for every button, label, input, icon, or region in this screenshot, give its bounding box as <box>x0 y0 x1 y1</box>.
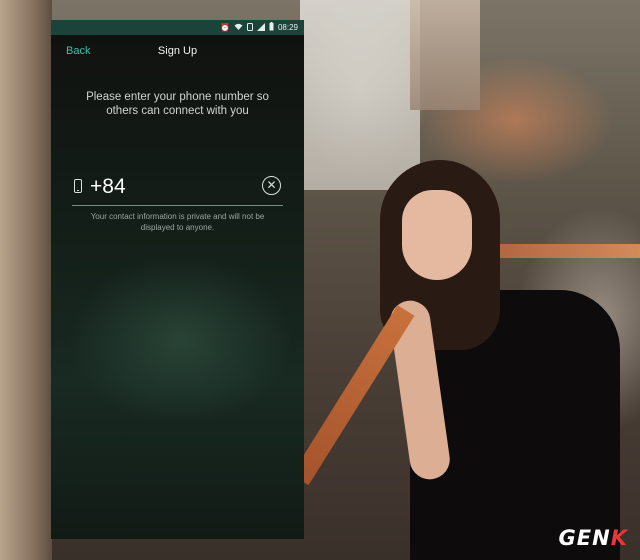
phone-prompt-text: Please enter your phone number so others… <box>86 91 269 117</box>
battery-icon <box>269 22 274 33</box>
clear-input-button[interactable]: ✕ <box>262 176 281 195</box>
phone-screen: ⏰ 08:29 Back Sign Up Please enter your p… <box>51 20 304 539</box>
page-title: Sign Up <box>157 45 198 57</box>
watermark-text: GEN <box>558 526 611 550</box>
mobile-phone-icon <box>74 179 82 193</box>
background-wall <box>0 0 52 560</box>
sim-icon <box>246 22 253 33</box>
signal-icon <box>256 22 265 33</box>
background-photo: GENK ⏰ 08:29 Back Sign Up Please enter y… <box>0 0 640 560</box>
watermark-logo: GENK <box>559 526 628 550</box>
phone-number-input[interactable] <box>90 174 250 200</box>
phone-number-row: ✕ <box>72 172 283 206</box>
background-building-secondary <box>410 0 480 110</box>
background-person <box>370 160 620 560</box>
clear-circle-x-icon: ✕ <box>266 178 277 192</box>
app-header: Back Sign Up <box>51 35 304 69</box>
privacy-note: Your contact information is private and … <box>90 212 265 232</box>
status-bar: ⏰ 08:29 <box>51 20 304 35</box>
watermark-accent-text: K <box>610 526 628 550</box>
status-time: 08:29 <box>277 23 298 32</box>
wifi-icon <box>234 23 243 32</box>
alarm-icon: ⏰ <box>220 22 230 32</box>
person-face <box>402 190 472 280</box>
